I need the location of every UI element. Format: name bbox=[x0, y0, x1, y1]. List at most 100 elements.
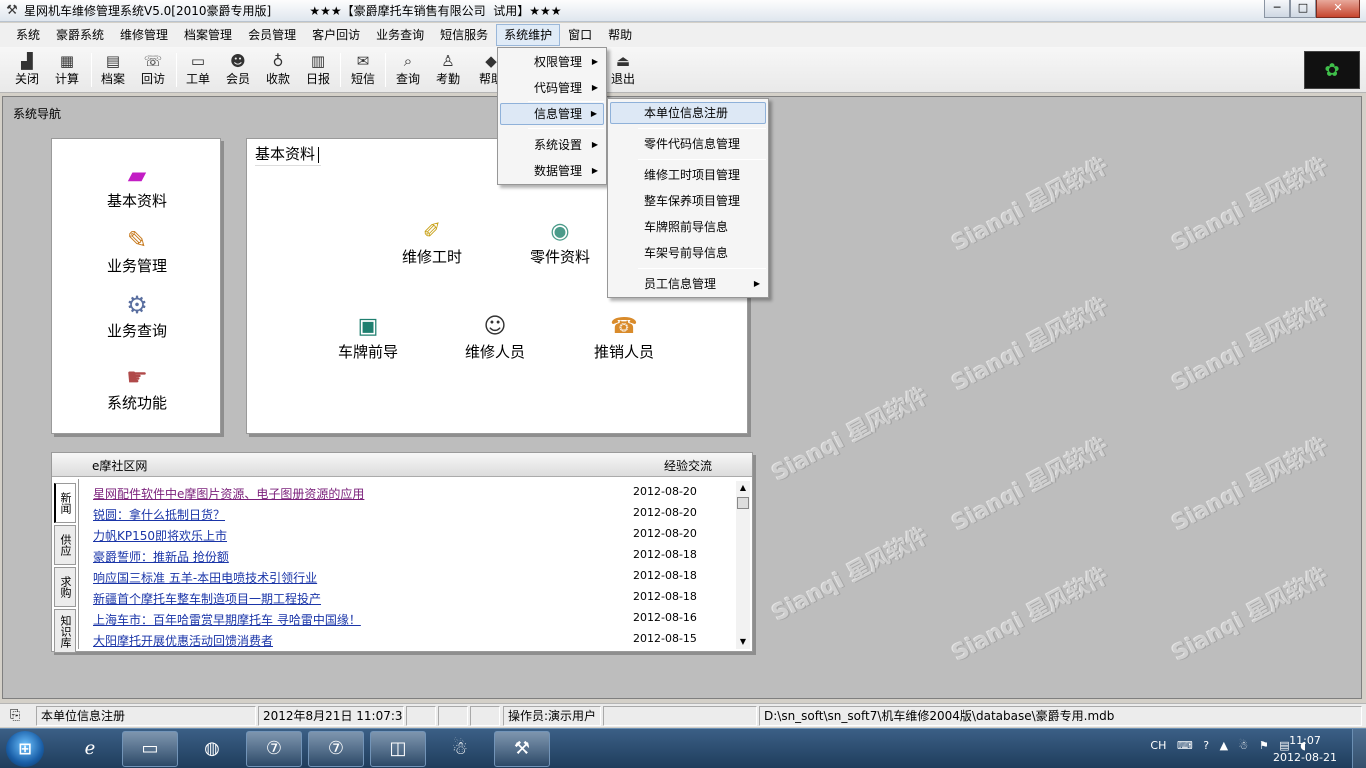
toolbar-daily-button[interactable]: ▥ 日报 bbox=[299, 51, 337, 89]
toolbar-close-button[interactable]: ▟ 关闭 bbox=[8, 51, 46, 89]
item-label: 维修人员 bbox=[464, 343, 525, 361]
news-title[interactable]: 力帆KP150即将欢乐上市 bbox=[93, 527, 227, 544]
tab-supply[interactable]: 供应 bbox=[54, 525, 76, 565]
menu-window[interactable]: 窗口 bbox=[560, 24, 600, 46]
taskbar-remote-icon[interactable]: ◫ bbox=[370, 731, 426, 767]
menu-item-label: 代码管理 bbox=[534, 81, 583, 95]
app-icon[interactable]: ⚒ bbox=[4, 3, 20, 19]
system-maintenance-menu: 权限管理 ▶ 代码管理 ▶ 信息管理 ▶ 系统设置 ▶ 数据管理 ▶ bbox=[497, 47, 607, 185]
minimize-button[interactable]: ─ bbox=[1264, 0, 1290, 18]
news-header: e摩社区网 经验交流 bbox=[52, 453, 752, 477]
show-desktop-button[interactable] bbox=[1352, 729, 1366, 768]
menu-system[interactable]: 系统 bbox=[8, 24, 48, 46]
toolbar-exit-button[interactable]: ⏏ 退出 bbox=[604, 51, 642, 89]
menu-employee-info[interactable]: 员工信息管理 ▶ bbox=[610, 273, 766, 295]
news-date: 2012-08-16 bbox=[633, 611, 697, 624]
news-title[interactable]: 锐圆：拿什么抵制日货？ bbox=[93, 506, 225, 523]
clock[interactable]: 11:07 2012-08-21 bbox=[1270, 732, 1340, 766]
search-icon: ⌕ bbox=[403, 52, 413, 70]
news-title[interactable]: 星网配件软件中e摩图片资源、电子图册资源的应用 bbox=[93, 485, 364, 502]
maximize-button[interactable]: □ bbox=[1290, 0, 1316, 18]
taskbar-app7b-icon[interactable]: ⑦ bbox=[308, 731, 364, 767]
scroll-thumb[interactable] bbox=[737, 497, 749, 509]
toolbar-separator bbox=[176, 53, 177, 87]
flag-icon[interactable]: ⚑ bbox=[1259, 739, 1269, 752]
menu-maintenance[interactable]: 系统维护 bbox=[496, 24, 561, 46]
menu-item-label: 系统设置 bbox=[534, 138, 583, 152]
keyboard-icon[interactable]: ⌨ bbox=[1177, 739, 1193, 752]
qq-tray-icon[interactable]: ☃ bbox=[1239, 739, 1249, 752]
menu-revisit[interactable]: 客户回访 bbox=[304, 24, 368, 46]
menu-item-label: 权限管理 bbox=[534, 55, 583, 69]
menu-sms[interactable]: 短信服务 bbox=[432, 24, 496, 46]
taskbar-app7-icon[interactable]: ⑦ bbox=[246, 731, 302, 767]
item-label: 推销人员 bbox=[593, 343, 654, 361]
toolbar-revisit-button[interactable]: ☏ 回访 bbox=[134, 51, 172, 89]
menu-code-management[interactable]: 代码管理 ▶ bbox=[500, 77, 604, 99]
news-title[interactable]: 响应国三标准 五羊-本田电喷技术引领行业 bbox=[93, 569, 317, 586]
news-scrollbar[interactable]: ▲ ▼ bbox=[736, 481, 750, 649]
news-community-link[interactable]: e摩社区网 bbox=[92, 457, 147, 474]
scroll-down-icon[interactable]: ▼ bbox=[736, 635, 750, 649]
menu-labor-items[interactable]: 维修工时项目管理 bbox=[610, 164, 766, 186]
tray-language[interactable]: CH bbox=[1150, 739, 1166, 752]
toolbar-workorder-button[interactable]: ▭ 工单 bbox=[179, 51, 217, 89]
tab-news[interactable]: 新闻 bbox=[54, 483, 76, 523]
work-order-icon: ▭ bbox=[190, 52, 206, 70]
taskbar-explorer-icon[interactable]: ▭ bbox=[122, 731, 178, 767]
menu-unit-info-register[interactable]: 本单位信息注册 bbox=[610, 102, 766, 124]
tray-arrow-icon[interactable]: ▲ bbox=[1220, 739, 1228, 752]
menu-system-settings[interactable]: 系统设置 ▶ bbox=[500, 134, 604, 156]
menu-repair[interactable]: 维修管理 bbox=[112, 24, 176, 46]
menu-haojue[interactable]: 豪爵系统 bbox=[48, 24, 112, 46]
news-title[interactable]: 上海车市：百年哈雷赏早期摩托车 寻哈雷中国缘！ bbox=[93, 611, 361, 628]
toolbar-sms-button[interactable]: ✉ 短信 bbox=[344, 51, 382, 89]
tab-knowledge[interactable]: 知识库 bbox=[54, 609, 76, 653]
menu-help[interactable]: 帮助 bbox=[600, 24, 640, 46]
toolbar-query-button[interactable]: ⌕ 查询 bbox=[389, 51, 427, 89]
category-business-query[interactable]: ⚙ 业务查询 bbox=[52, 289, 222, 341]
item-plate-prefix[interactable]: ▣ 车牌前导 bbox=[313, 312, 423, 362]
menu-parts-code-info[interactable]: 零件代码信息管理 bbox=[610, 133, 766, 155]
start-button[interactable]: ⊞ bbox=[6, 731, 44, 767]
news-title[interactable]: 新疆首个摩托车整车制造项目一期工程投产 bbox=[93, 590, 321, 607]
toolbar-attendance-button[interactable]: ♙ 考勤 bbox=[429, 51, 467, 89]
item-mechanics[interactable]: ☺ 维修人员 bbox=[440, 312, 550, 362]
category-business-management[interactable]: ✎ 业务管理 bbox=[52, 224, 222, 276]
news-row: 新疆首个摩托车整车制造项目一期工程投产 2012-08-18 bbox=[93, 588, 733, 609]
visit-icon: ☏ bbox=[143, 52, 163, 70]
menu-data-management[interactable]: 数据管理 ▶ bbox=[500, 160, 604, 182]
news-experience-link[interactable]: 经验交流 bbox=[664, 457, 712, 474]
toolbar-calculator-button[interactable]: ▦ 计算 bbox=[48, 51, 86, 89]
menu-info-management[interactable]: 信息管理 ▶ bbox=[500, 103, 604, 125]
category-basic-data[interactable]: ▰ 基本资料 bbox=[52, 159, 222, 211]
item-salespeople[interactable]: ☎ 推销人员 bbox=[569, 312, 679, 362]
parts-icon: ◉ bbox=[550, 219, 570, 244]
menu-plate-prefix-info[interactable]: 车牌照前导信息 bbox=[610, 216, 766, 238]
taskbar-ie-icon[interactable]: ℯ bbox=[62, 731, 118, 767]
toolbar-archive-button[interactable]: ▤ 档案 bbox=[94, 51, 132, 89]
menu-vehicle-maintenance-items[interactable]: 整车保养项目管理 bbox=[610, 190, 766, 212]
toolbar-member-button[interactable]: ☻ 会员 bbox=[219, 51, 257, 89]
menu-separator bbox=[528, 128, 604, 129]
news-title[interactable]: 大阳摩托开展优惠活动回馈消费者 bbox=[93, 632, 273, 649]
item-labor-hours[interactable]: ✐ 维修工时 bbox=[377, 217, 487, 267]
menu-member[interactable]: 会员管理 bbox=[240, 24, 304, 46]
submenu-arrow-icon: ▶ bbox=[591, 166, 598, 175]
news-title[interactable]: 豪爵誓师：推新品 抢份额 bbox=[93, 548, 229, 565]
close-button[interactable]: ✕ bbox=[1316, 0, 1360, 18]
category-system-functions[interactable]: ☛ 系统功能 bbox=[52, 361, 222, 413]
menu-query[interactable]: 业务查询 bbox=[368, 24, 432, 46]
menu-frame-prefix-info[interactable]: 车架号前导信息 bbox=[610, 242, 766, 264]
taskbar-qq-icon[interactable]: ☃ bbox=[432, 731, 488, 767]
toolbar-label: 日报 bbox=[305, 72, 330, 86]
help-tray-icon[interactable]: ? bbox=[1203, 739, 1209, 752]
menu-permissions[interactable]: 权限管理 ▶ bbox=[500, 51, 604, 73]
taskbar-repair-app-icon[interactable]: ⚒ bbox=[494, 731, 550, 767]
menu-archive[interactable]: 档案管理 bbox=[176, 24, 240, 46]
scroll-up-icon[interactable]: ▲ bbox=[736, 481, 750, 495]
item-parts-data[interactable]: ◉ 零件资料 bbox=[505, 217, 615, 267]
tab-purchase[interactable]: 求购 bbox=[54, 567, 76, 607]
taskbar-chrome-icon[interactable]: ◍ bbox=[184, 731, 240, 767]
toolbar-payment-button[interactable]: ♁ 收款 bbox=[259, 51, 297, 89]
